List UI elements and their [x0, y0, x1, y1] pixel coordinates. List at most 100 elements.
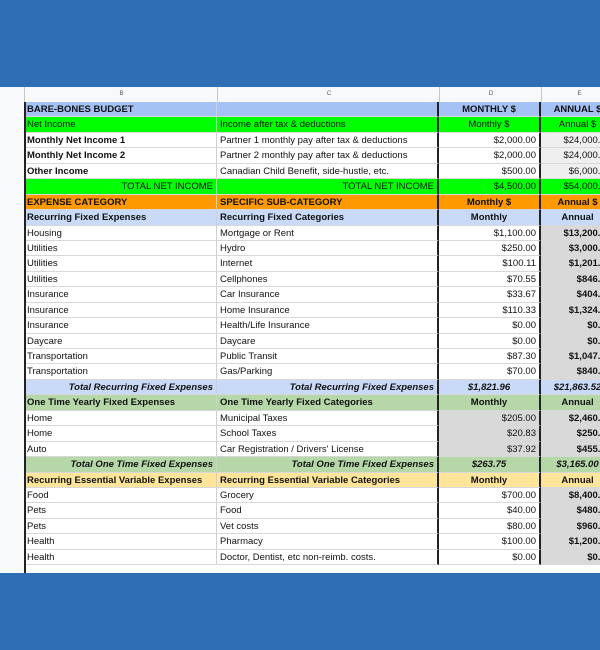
cell-d[interactable]: $2,000.00	[439, 132, 541, 149]
cell-d[interactable]: MONTHLY $	[439, 102, 541, 118]
cell-c[interactable]: Canadian Child Benefit, side-hustle, etc…	[217, 163, 439, 180]
cell-e[interactable]: $1,200.00	[541, 534, 600, 550]
cell-b[interactable]: Transportation	[24, 349, 217, 365]
cell-b[interactable]: Utilities	[24, 271, 217, 288]
cell-b[interactable]: Home	[24, 410, 217, 427]
cell-e[interactable]: ANNUAL $	[541, 102, 600, 118]
cell-d[interactable]: $0.00	[439, 333, 541, 349]
cell-d[interactable]: $20.83	[439, 426, 541, 442]
cell-c[interactable]: Health/Life Insurance	[217, 318, 439, 334]
cell-e[interactable]: $0.00	[541, 549, 600, 566]
cell-b[interactable]: Insurance	[24, 318, 217, 334]
cell-c[interactable]: Income after tax & deductions	[217, 117, 439, 133]
cell-d[interactable]: $40.00	[439, 503, 541, 519]
cell-c[interactable]: Partner 2 monthly pay after tax & deduct…	[217, 148, 439, 164]
cell-c[interactable]	[217, 102, 439, 118]
cell-d[interactable]: $37.92	[439, 441, 541, 458]
cell-e[interactable]: $404.00	[541, 287, 600, 303]
cell-b[interactable]: Housing	[24, 225, 217, 241]
cell-d[interactable]: $0.00	[439, 318, 541, 334]
cell-b[interactable]: Home	[24, 426, 217, 442]
cell-b[interactable]: Auto	[24, 441, 217, 458]
cell-e[interactable]: $2,460.00	[541, 410, 600, 427]
cell-e[interactable]: $3,165.00	[541, 457, 600, 473]
cell-e[interactable]: $960.00	[541, 518, 600, 535]
cell-d[interactable]: $1,821.96	[439, 379, 541, 396]
cell-b[interactable]: Recurring Fixed Expenses	[24, 210, 217, 226]
cell-d[interactable]: $1,100.00	[439, 225, 541, 241]
cell-b[interactable]: Insurance	[24, 287, 217, 303]
cell-e[interactable]: $250.00	[541, 426, 600, 442]
cell-e[interactable]: $24,000.00	[541, 148, 600, 164]
cell-d[interactable]: $80.00	[439, 518, 541, 535]
cell-e[interactable]: $0.00	[541, 318, 600, 334]
cell-e[interactable]: Annual $	[541, 117, 600, 133]
cell-c[interactable]: Mortgage or Rent	[217, 225, 439, 241]
cell-c[interactable]: Cellphones	[217, 271, 439, 288]
cell-b[interactable]: Pets	[24, 518, 217, 535]
cell-b[interactable]: Health	[24, 534, 217, 550]
cell-b[interactable]: Total One Time Fixed Expenses	[24, 457, 217, 473]
column-header-e[interactable]: E	[541, 87, 600, 102]
corner-cell[interactable]	[0, 87, 24, 102]
cell-e[interactable]: $1,201.32	[541, 256, 600, 272]
cell-c[interactable]: Total One Time Fixed Expenses	[217, 457, 439, 473]
cell-c[interactable]: Pharmacy	[217, 534, 439, 550]
cell-e[interactable]: $24,000.00	[541, 132, 600, 149]
cell-e[interactable]: $480.00	[541, 503, 600, 519]
cell-b[interactable]: Pets	[24, 503, 217, 519]
cell-b[interactable]: Utilities	[24, 256, 217, 272]
cell-c[interactable]: Daycare	[217, 333, 439, 349]
cell-e[interactable]: Annual	[541, 210, 600, 226]
cell-b[interactable]: One Time Yearly Fixed Expenses	[24, 395, 217, 411]
cell-d[interactable]: $500.00	[439, 163, 541, 180]
cell-c[interactable]: Doctor, Dentist, etc non-reimb. costs.	[217, 549, 439, 566]
cell-d[interactable]: $4,500.00	[439, 179, 541, 195]
cell-d[interactable]: $70.55	[439, 271, 541, 288]
cell-e[interactable]: $6,000.00	[541, 163, 600, 180]
cell-e[interactable]: Annual $	[541, 194, 600, 211]
cell-b[interactable]: BARE-BONES BUDGET	[24, 102, 217, 118]
cell-e[interactable]: $1,047.60	[541, 349, 600, 365]
cell-c[interactable]: School Taxes	[217, 426, 439, 442]
cell-e[interactable]: Annual	[541, 472, 600, 488]
cell-d[interactable]: $2,000.00	[439, 148, 541, 164]
cell-c[interactable]: One Time Yearly Fixed Categories	[217, 395, 439, 411]
cell-c[interactable]: Total Recurring Fixed Expenses	[217, 379, 439, 396]
cell-d[interactable]: $70.00	[439, 364, 541, 380]
cell-d[interactable]: $250.00	[439, 240, 541, 257]
cell-d[interactable]: $700.00	[439, 487, 541, 504]
cell-e[interactable]: $455.00	[541, 441, 600, 458]
cell-d[interactable]: $0.00	[439, 549, 541, 566]
cell-b[interactable]: Net Income	[24, 117, 217, 133]
cell-e[interactable]: $13,200.00	[541, 225, 600, 241]
column-header-b[interactable]: B	[24, 87, 218, 102]
cell-c[interactable]: Partner 1 monthly pay after tax & deduct…	[217, 132, 439, 149]
cell-e[interactable]: $0.00	[541, 333, 600, 349]
cell-e[interactable]: $1,324.00	[541, 302, 600, 319]
cell-b[interactable]: Total Recurring Fixed Expenses	[24, 379, 217, 396]
cell-b[interactable]: Insurance	[24, 302, 217, 319]
cell-c[interactable]: Hydro	[217, 240, 439, 257]
cell-e[interactable]: $21,863.52	[541, 379, 600, 396]
cell-e[interactable]: $8,400.00	[541, 487, 600, 504]
cell-c[interactable]: Recurring Fixed Categories	[217, 210, 439, 226]
cell-b[interactable]: Food	[24, 487, 217, 504]
column-header-c[interactable]: C	[217, 87, 440, 102]
cell-d[interactable]: Monthly	[439, 472, 541, 488]
cell-d[interactable]: $33.67	[439, 287, 541, 303]
cell-e[interactable]: $3,000.00	[541, 240, 600, 257]
cell-b[interactable]: Monthly Net Income 1	[24, 132, 217, 149]
cell-e[interactable]: $846.60	[541, 271, 600, 288]
cell-d[interactable]: Monthly	[439, 210, 541, 226]
cell-b[interactable]: Transportation	[24, 364, 217, 380]
cell-d[interactable]: $100.11	[439, 256, 541, 272]
cell-e[interactable]: $54,000.00	[541, 179, 600, 195]
cell-e[interactable]: $840.00	[541, 364, 600, 380]
cell-b[interactable]: Monthly Net Income 2	[24, 148, 217, 164]
cell-c[interactable]: Public Transit	[217, 349, 439, 365]
cell-c[interactable]: Gas/Parking	[217, 364, 439, 380]
cell-d[interactable]: $110.33	[439, 302, 541, 319]
cell-c[interactable]: Vet costs	[217, 518, 439, 535]
cell-b[interactable]: EXPENSE CATEGORY	[24, 194, 217, 211]
